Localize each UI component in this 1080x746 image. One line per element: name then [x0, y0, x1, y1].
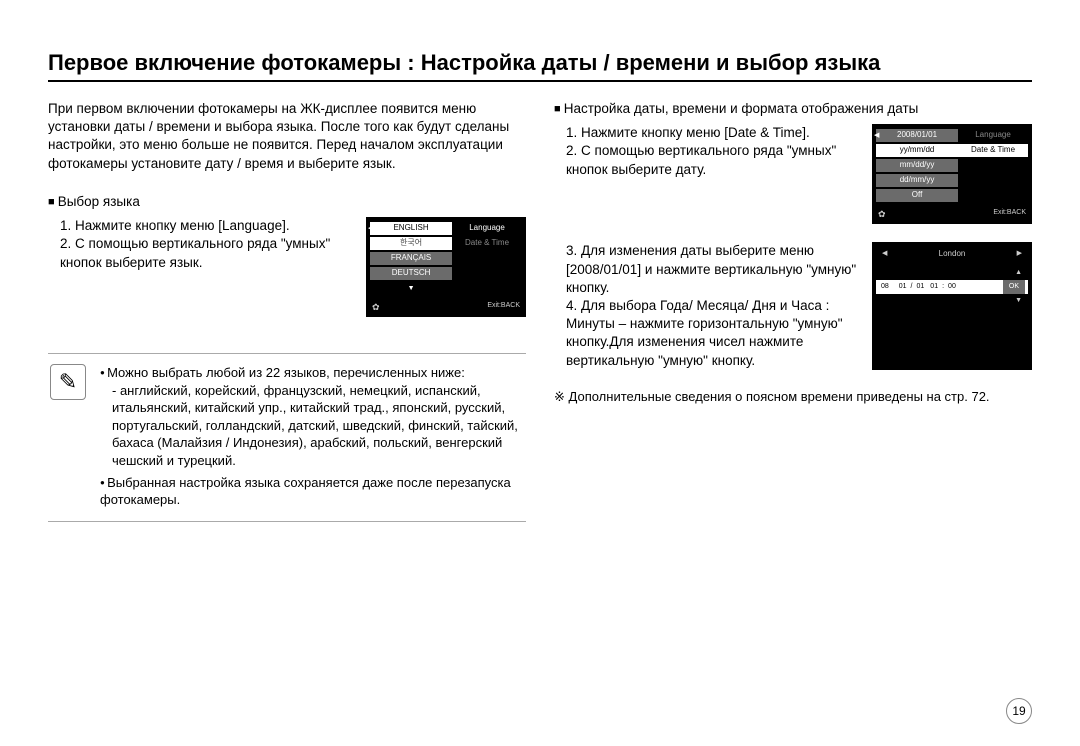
lcd2-right-lang: Language: [958, 130, 1028, 141]
lang-step-1: 1. Нажмите кнопку меню [Language].: [60, 217, 356, 235]
left-column: При первом включении фотокамеры на ЖК-ди…: [48, 100, 526, 522]
dt-step-2: 2. С помощью вертикального ряда "умных" …: [566, 142, 862, 178]
chevron-up-icon: ▲: [876, 268, 1028, 278]
lcd-city: London ▲ 08/ 01/ 01 01: 00 OK ▼: [872, 242, 1032, 370]
dt-step-3: 3. Для изменения даты выберите меню [200…: [566, 242, 862, 297]
lcd3-datefields: 08/ 01/ 01 01: 00: [879, 279, 958, 294]
lcd-language: ENGLISH Language 한국어 Date & Time FRANÇAI…: [366, 217, 526, 317]
lcd1-right-language: Language: [452, 223, 522, 234]
footnote-text: Дополнительные сведения о поясном времен…: [554, 388, 1032, 406]
lcd2-exit: Exit:BACK: [993, 208, 1026, 220]
lcd3-day: 01: [915, 281, 927, 292]
right-column: Настройка даты, времени и формата отобра…: [554, 100, 1032, 522]
chevron-down-icon: ▼: [408, 285, 415, 293]
lcd2-item-mmddyy: mm/dd/yy: [876, 159, 958, 172]
lcd1-right-datetime: Date & Time: [452, 238, 522, 249]
lcd2-item-date: 2008/01/01: [876, 129, 958, 142]
note-bullet-2: Выбранная настройка языка сохраняется да…: [100, 474, 520, 509]
gear-icon: ✿: [372, 301, 380, 313]
lcd2-item-off: Off: [876, 189, 958, 202]
lcd2-item-yymmdd: yy/mm/dd: [876, 144, 958, 157]
intro-text: При первом включении фотокамеры на ЖК-ди…: [48, 100, 526, 173]
lcd3-year: 08: [879, 281, 891, 292]
footnote: Дополнительные сведения о поясном времен…: [554, 388, 1032, 406]
page-number: 19: [1006, 698, 1032, 724]
lcd2-item-ddmmyy: dd/mm/yy: [876, 174, 958, 187]
lang-heading: Выбор языка: [48, 193, 526, 211]
lcd3-min: 00: [946, 281, 958, 292]
dt-step-1: 1. Нажмите кнопку меню [Date & Time].: [566, 124, 862, 142]
lcd3-hr: 01: [928, 281, 940, 292]
lcd1-item-korean: 한국어: [370, 237, 452, 250]
lcd1-item-de: DEUTSCH: [370, 267, 452, 280]
lcd3-ok: OK: [1003, 280, 1025, 293]
note-bullet-1: Можно выбрать любой из 22 языков, перечи…: [100, 364, 520, 382]
dt-steps-34: 3. Для изменения даты выберите меню [200…: [566, 242, 872, 370]
lang-steps: 1. Нажмите кнопку меню [Language]. 2. С …: [60, 217, 366, 317]
lcd1-item-english: ENGLISH: [370, 222, 452, 235]
page-title: Первое включение фотокамеры : Настройка …: [48, 50, 1032, 82]
lcd1-item-fr: FRANÇAIS: [370, 252, 452, 265]
note-box: ✎ Можно выбрать любой из 22 языков, пере…: [48, 353, 526, 521]
dt-step-4: 4. Для выбора Года/ Месяца/ Дня и Часа :…: [566, 297, 862, 370]
lcd1-exit: Exit:BACK: [487, 301, 520, 313]
lcd3-mon: 01: [897, 281, 909, 292]
lcd3-city: London: [876, 246, 1028, 268]
chevron-down-icon-2: ▼: [876, 296, 1028, 306]
gear-icon-2: ✿: [878, 208, 886, 220]
lcd-datetime: 2008/01/01 Language yy/mm/dd Date & Time…: [872, 124, 1032, 224]
datetime-heading: Настройка даты, времени и формата отобра…: [554, 100, 1032, 118]
lang-step-2: 2. С помощью вертикального ряда "умных" …: [60, 235, 356, 271]
note-icon: ✎: [50, 364, 86, 400]
lcd2-right-dt: Date & Time: [958, 144, 1028, 157]
note-bullet-1-sub: - английский, корейский, французский, не…: [112, 382, 520, 470]
dt-steps-12: 1. Нажмите кнопку меню [Date & Time]. 2.…: [566, 124, 872, 224]
